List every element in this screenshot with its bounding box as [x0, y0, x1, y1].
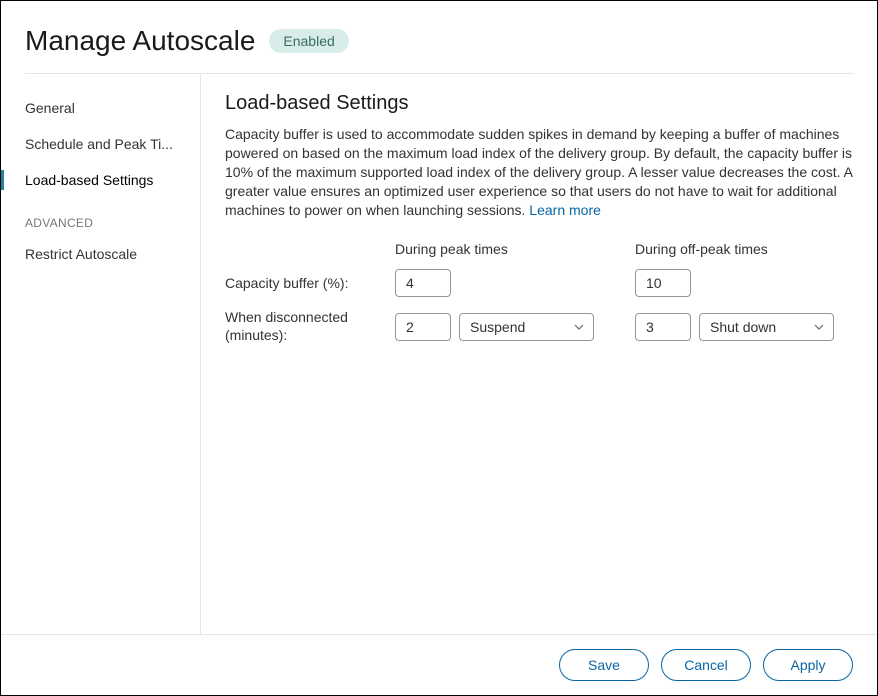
column-header-offpeak: During off-peak times	[635, 241, 840, 257]
settings-grid: During peak times During off-peak times …	[225, 241, 853, 344]
dialog-header: Manage Autoscale Enabled	[1, 1, 877, 65]
row-label-capacity-buffer: Capacity buffer (%):	[225, 275, 395, 293]
cell-peak-disconnected: Suspend	[395, 313, 635, 341]
peak-disconnect-minutes-input[interactable]	[395, 313, 451, 341]
peak-disconnect-action-select[interactable]: Suspend	[459, 313, 594, 341]
sidebar-item-load-based[interactable]: Load-based Settings	[1, 162, 200, 198]
apply-button[interactable]: Apply	[763, 649, 853, 681]
sidebar-section-advanced: ADVANCED	[1, 198, 200, 236]
main-content: Load-based Settings Capacity buffer is u…	[201, 74, 877, 634]
dialog-window: Manage Autoscale Enabled General Schedul…	[0, 0, 878, 696]
column-header-peak: During peak times	[395, 241, 635, 257]
sidebar-item-restrict[interactable]: Restrict Autoscale	[1, 236, 200, 272]
dialog-body: General Schedule and Peak Ti... Load-bas…	[1, 74, 877, 634]
cell-offpeak-buffer	[635, 269, 840, 297]
cell-peak-buffer	[395, 269, 635, 297]
sidebar-item-general[interactable]: General	[1, 90, 200, 126]
section-description: Capacity buffer is used to accommodate s…	[225, 125, 853, 219]
offpeak-disconnect-action-select[interactable]: Shut down	[699, 313, 834, 341]
section-heading: Load-based Settings	[225, 92, 853, 115]
page-title: Manage Autoscale	[25, 25, 255, 57]
cancel-button[interactable]: Cancel	[661, 649, 751, 681]
chevron-down-icon	[813, 321, 825, 333]
sidebar-item-schedule[interactable]: Schedule and Peak Ti...	[1, 126, 200, 162]
sidebar: General Schedule and Peak Ti... Load-bas…	[1, 74, 201, 634]
peak-capacity-buffer-input[interactable]	[395, 269, 451, 297]
offpeak-capacity-buffer-input[interactable]	[635, 269, 691, 297]
row-label-disconnected: When disconnected (minutes):	[225, 309, 395, 344]
status-badge: Enabled	[269, 29, 348, 53]
save-button[interactable]: Save	[559, 649, 649, 681]
peak-disconnect-action-value: Suspend	[470, 319, 525, 335]
cell-offpeak-disconnected: Shut down	[635, 313, 840, 341]
chevron-down-icon	[573, 321, 585, 333]
dialog-footer: Save Cancel Apply	[1, 634, 877, 695]
offpeak-disconnect-action-value: Shut down	[710, 319, 776, 335]
learn-more-link[interactable]: Learn more	[529, 202, 601, 218]
offpeak-disconnect-minutes-input[interactable]	[635, 313, 691, 341]
